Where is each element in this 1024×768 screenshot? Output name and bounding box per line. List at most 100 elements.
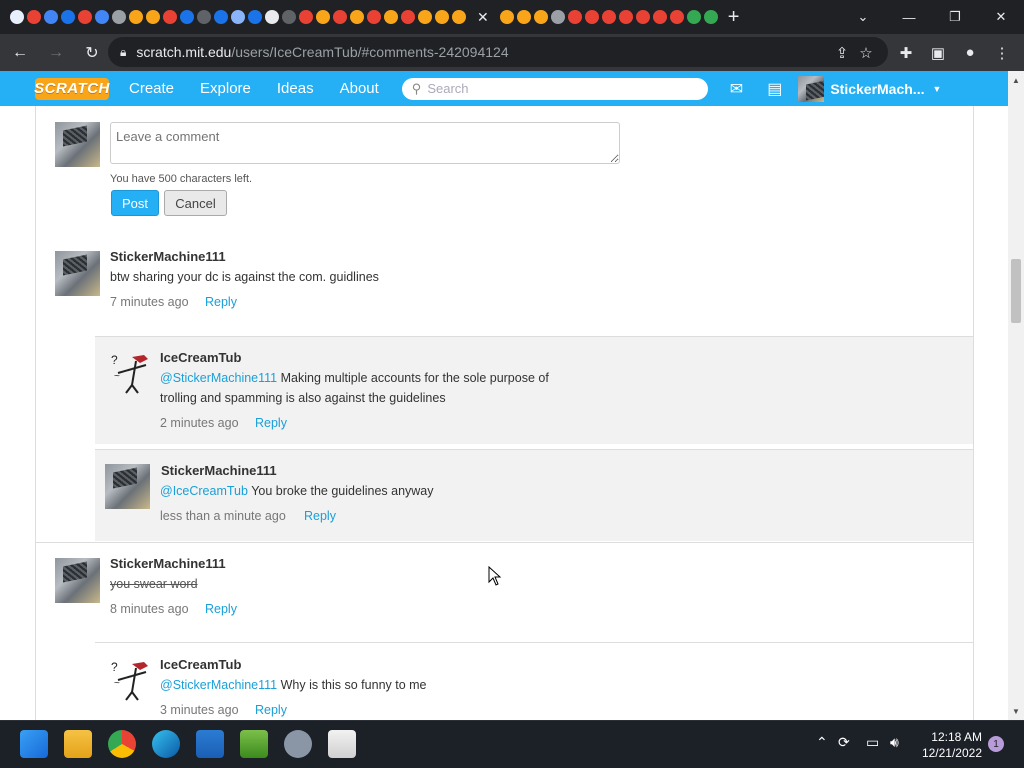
tab-favicon-icon[interactable]: [517, 10, 532, 24]
back-icon[interactable]: ←: [4, 37, 36, 69]
comment-avatar[interactable]: [55, 558, 100, 603]
tab-favicon-icon[interactable]: [298, 10, 313, 24]
tab-favicon-icon[interactable]: [196, 10, 211, 24]
comment-username[interactable]: StickerMachine111: [161, 463, 277, 478]
tab-favicon-icon[interactable]: [653, 10, 668, 24]
tab-favicon-icon[interactable]: [417, 10, 432, 24]
nav-explore[interactable]: Explore: [187, 71, 264, 106]
tab-favicon-icon[interactable]: [636, 10, 651, 24]
reload-icon[interactable]: ↻: [76, 37, 108, 69]
start-icon[interactable]: [20, 730, 48, 758]
snipping-tool-icon[interactable]: [328, 730, 356, 758]
reply-link[interactable]: Reply: [304, 509, 336, 523]
comment-username[interactable]: StickerMachine111: [110, 249, 226, 264]
minimize-icon[interactable]: —: [886, 0, 932, 34]
file-explorer-icon[interactable]: [64, 730, 92, 758]
tab-favicon-icon[interactable]: [400, 10, 415, 24]
scratch-logo[interactable]: SCRATCH: [34, 77, 109, 100]
messages-icon[interactable]: ✉: [730, 79, 743, 99]
my-stuff-icon[interactable]: ▤: [767, 79, 782, 99]
store-icon[interactable]: [196, 730, 224, 758]
tab-favicon-icon[interactable]: [9, 10, 24, 24]
tab-favicon-icon[interactable]: [128, 10, 143, 24]
comment-input[interactable]: [110, 122, 620, 164]
tab-favicon-icon[interactable]: [434, 10, 449, 24]
tab-favicon-icon[interactable]: [281, 10, 296, 24]
bookmark-star-icon[interactable]: ☆: [850, 34, 882, 71]
tab-favicon-icon[interactable]: [585, 10, 600, 24]
nav-about[interactable]: About: [327, 71, 392, 106]
new-tab-icon[interactable]: +: [728, 6, 740, 29]
nav-create[interactable]: Create: [116, 71, 187, 106]
tab-favicon-icon[interactable]: [315, 10, 330, 24]
reply-link[interactable]: Reply: [255, 703, 287, 717]
tab-favicon-icon[interactable]: [534, 10, 549, 24]
tab-favicon-icon[interactable]: [247, 10, 262, 24]
tab-favicon-icon[interactable]: [366, 10, 381, 24]
close-window-icon[interactable]: ✕: [978, 0, 1024, 34]
tab-favicon-icon[interactable]: [26, 10, 41, 24]
reply-link[interactable]: Reply: [255, 416, 287, 430]
tab-favicon-icon[interactable]: [179, 10, 194, 24]
tab-favicon-icon[interactable]: [500, 10, 515, 24]
search-input[interactable]: [427, 81, 688, 96]
tab-favicon-icon[interactable]: [451, 10, 466, 24]
tab-favicon-icon[interactable]: [94, 10, 109, 24]
user-menu[interactable]: StickerMach... ▼: [798, 75, 941, 102]
reply-link[interactable]: Reply: [205, 295, 237, 309]
tab-search-icon[interactable]: ⌄: [840, 0, 886, 34]
notepad-icon[interactable]: [240, 730, 268, 758]
tab-close-icon[interactable]: ✕: [477, 9, 489, 26]
tab-favicon-icon[interactable]: [602, 10, 617, 24]
tab-favicon-icon[interactable]: [383, 10, 398, 24]
settings-icon[interactable]: [284, 730, 312, 758]
profile-icon[interactable]: ●: [954, 34, 986, 71]
comment-username[interactable]: IceCreamTub: [160, 657, 241, 672]
menu-icon[interactable]: ⋮: [986, 34, 1018, 71]
tab-favicon-icon[interactable]: [619, 10, 634, 24]
tab-favicon-icon[interactable]: [145, 10, 160, 24]
extensions-icon[interactable]: ✚: [890, 34, 922, 71]
tab-favicon-icon[interactable]: [264, 10, 279, 24]
side-panel-icon[interactable]: ▣: [922, 34, 954, 71]
tab-favicon-icon[interactable]: [349, 10, 364, 24]
comment-username[interactable]: IceCreamTub: [160, 350, 241, 365]
cancel-button[interactable]: Cancel: [164, 190, 227, 216]
tab-favicon-icon[interactable]: [213, 10, 228, 24]
tab-favicon-icon[interactable]: [162, 10, 177, 24]
volume-icon[interactable]: 🔊︎: [890, 734, 899, 751]
edge-icon[interactable]: [152, 730, 180, 758]
tab-favicon-icon[interactable]: [332, 10, 347, 24]
network-icon[interactable]: ▭: [866, 734, 879, 751]
tab-favicon-icon[interactable]: [77, 10, 92, 24]
comment-username[interactable]: StickerMachine111: [110, 556, 226, 571]
tray-overflow-icon[interactable]: ⌃: [816, 734, 828, 751]
scroll-down-icon[interactable]: ▼: [1008, 704, 1024, 718]
tab-favicon-icon[interactable]: [230, 10, 245, 24]
page-scrollbar[interactable]: ▲ ▼: [1008, 71, 1024, 720]
tab-favicon-icon[interactable]: [670, 10, 685, 24]
tab-favicon-icon[interactable]: [551, 10, 566, 24]
tab-favicon-icon[interactable]: [111, 10, 126, 24]
tab-favicon-icon[interactable]: [60, 10, 75, 24]
icecreamtub-avatar[interactable]: ? ~: [110, 658, 155, 703]
tab-favicon-icon[interactable]: [568, 10, 583, 24]
tab-favicon-icon[interactable]: [43, 10, 58, 24]
comment-avatar[interactable]: [105, 464, 150, 509]
mention-link[interactable]: @StickerMachine111: [160, 371, 277, 385]
mention-link[interactable]: @IceCreamTub: [160, 484, 248, 498]
forward-icon[interactable]: →: [40, 37, 72, 69]
sync-icon[interactable]: ⟳: [838, 734, 850, 751]
scroll-up-icon[interactable]: ▲: [1008, 73, 1024, 87]
tab-favicon-icon[interactable]: [687, 10, 702, 24]
search-box[interactable]: ⚲: [401, 77, 708, 100]
nav-ideas[interactable]: Ideas: [264, 71, 327, 106]
icecreamtub-avatar[interactable]: ? ~: [110, 351, 155, 396]
notification-badge[interactable]: 1: [988, 736, 1004, 752]
scroll-thumb[interactable]: [1011, 259, 1021, 323]
post-button[interactable]: Post: [111, 190, 159, 216]
reply-link[interactable]: Reply: [205, 602, 237, 616]
chrome-icon[interactable]: [108, 730, 136, 758]
comment-avatar[interactable]: [55, 251, 100, 296]
mention-link[interactable]: @StickerMachine111: [160, 678, 277, 692]
